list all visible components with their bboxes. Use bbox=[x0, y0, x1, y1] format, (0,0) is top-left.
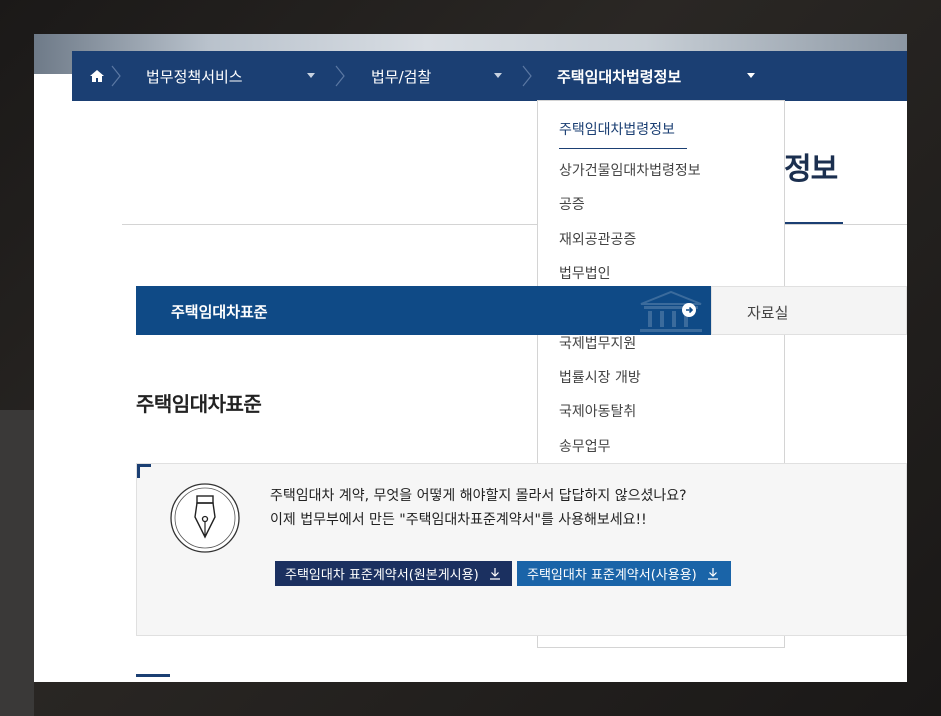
download-use-button[interactable]: 주택임대차 표준계약서(사용용) bbox=[517, 561, 731, 586]
section-accent bbox=[136, 674, 170, 677]
nav-item-label: 법무/검찰 bbox=[371, 67, 432, 86]
tab-resources[interactable]: 자료실 bbox=[711, 286, 907, 335]
tab-label: 자료실 bbox=[747, 304, 789, 322]
caret-down-icon[interactable] bbox=[494, 73, 502, 78]
caret-down-icon[interactable] bbox=[747, 73, 755, 78]
dropdown-item-commercial-lease[interactable]: 상가건물임대차법령정보 bbox=[559, 160, 701, 180]
dropdown-item-child-abduction[interactable]: 국제아동탈취 bbox=[559, 401, 636, 421]
browser-page: 법무정책서비스 법무/검찰 주택임대차법령정보 정보 주택임대차표준 자료실 주… bbox=[34, 34, 907, 682]
section-heading: 주택임대차표준 bbox=[136, 392, 262, 416]
fountain-pen-icon bbox=[170, 483, 240, 553]
download-icon bbox=[707, 568, 718, 580]
button-label: 주택임대차 표준계약서(사용용) bbox=[527, 568, 697, 583]
tab-bar: 주택임대차표준 자료실 bbox=[136, 286, 907, 335]
home-icon[interactable] bbox=[88, 67, 106, 85]
location-navbar: 법무정책서비스 법무/검찰 주택임대차법령정보 bbox=[72, 51, 907, 101]
download-icon bbox=[489, 568, 500, 580]
notice-box: 주택임대차 계약, 무엇을 어떻게 해야할지 몰라서 답답하지 않으셨나요? 이… bbox=[136, 463, 907, 636]
nav-item-prosecution[interactable]: 법무/검찰 bbox=[371, 51, 431, 101]
page-title: 정보 bbox=[784, 152, 838, 187]
caret-down-icon[interactable] bbox=[307, 73, 315, 78]
dropdown-item-litigation[interactable]: 송무업무 bbox=[559, 436, 611, 456]
tab-label: 주택임대차표준 bbox=[171, 303, 268, 321]
dropdown-item-notarization[interactable]: 공증 bbox=[559, 194, 585, 214]
selected-underline bbox=[559, 148, 687, 149]
chevron-right-icon bbox=[522, 65, 532, 87]
notice-line-2: 이제 법무부에서 만든 "주택임대차표준계약서"를 사용해보세요!! bbox=[270, 512, 647, 528]
divider bbox=[122, 224, 907, 225]
dropdown-item-legal-market[interactable]: 법률시장 개방 bbox=[559, 367, 641, 387]
nav-item-legal-policy[interactable]: 법무정책서비스 bbox=[146, 51, 243, 101]
notice-message: 주택임대차 계약, 무엇을 어떻게 해야할지 몰라서 답답하지 않으셨나요? 이… bbox=[270, 484, 687, 532]
corner-accent bbox=[137, 464, 151, 478]
nav-item-housing-lease[interactable]: 주택임대차법령정보 bbox=[557, 51, 681, 101]
nav-item-label: 법무정책서비스 bbox=[146, 67, 243, 86]
chevron-right-icon bbox=[111, 65, 121, 87]
chevron-right-icon bbox=[335, 65, 345, 87]
button-label: 주택임대차 표준계약서(원본게시용) bbox=[285, 568, 479, 583]
tab-housing-lease-standard[interactable]: 주택임대차표준 bbox=[136, 286, 711, 335]
dropdown-item-overseas-notarization[interactable]: 재외공관공증 bbox=[559, 229, 636, 249]
background-shade bbox=[0, 410, 34, 716]
dropdown-item-international-legal[interactable]: 국제법무지원 bbox=[559, 333, 636, 353]
nav-item-label: 주택임대차법령정보 bbox=[557, 67, 682, 86]
notice-line-1: 주택임대차 계약, 무엇을 어떻게 해야할지 몰라서 답답하지 않으셨나요? bbox=[270, 488, 687, 504]
download-original-button[interactable]: 주택임대차 표준계약서(원본게시용) bbox=[275, 561, 512, 586]
dropdown-item-law-firm[interactable]: 법무법인 bbox=[559, 263, 611, 283]
dropdown-item-housing-lease[interactable]: 주택임대차법령정보 bbox=[559, 119, 675, 139]
arrow-circle-right-icon bbox=[682, 303, 696, 317]
